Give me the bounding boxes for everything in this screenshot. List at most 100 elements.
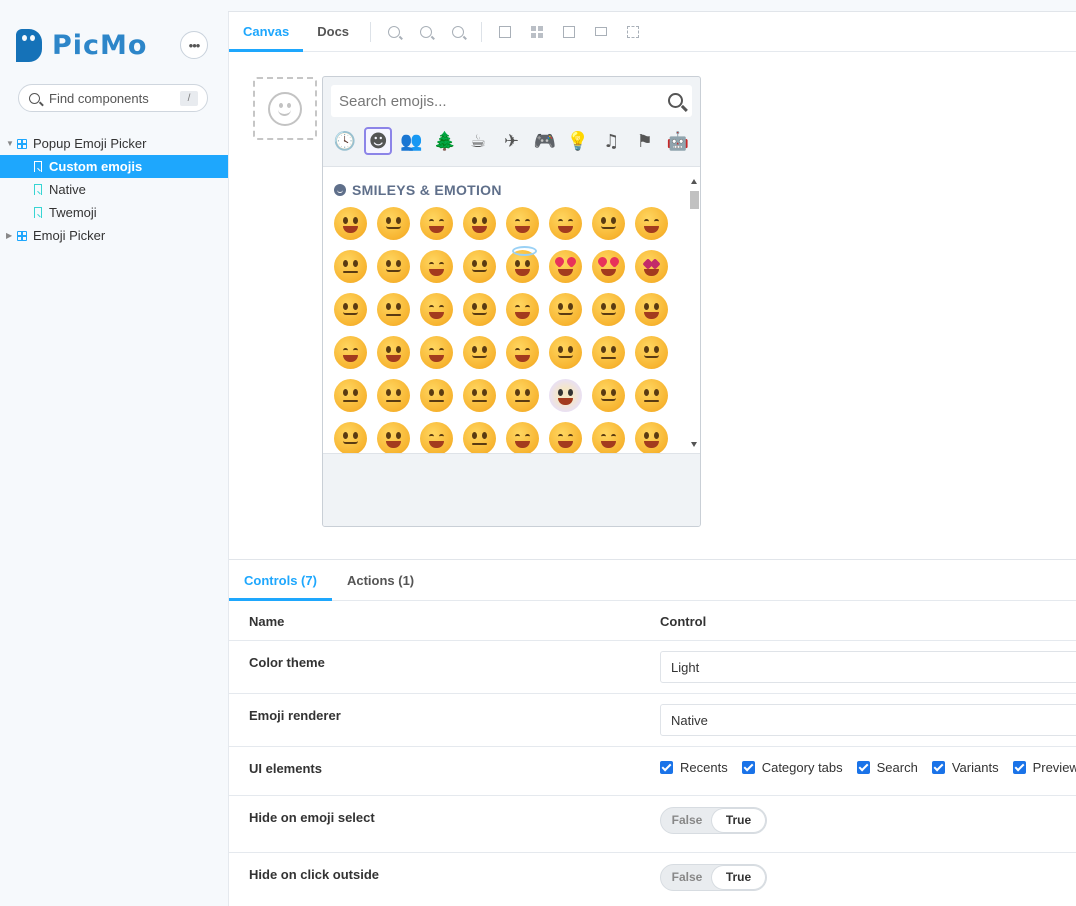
category-tab-recents[interactable]: 🕓 bbox=[331, 127, 359, 155]
emoji-button[interactable] bbox=[377, 379, 410, 412]
checkbox-checked-icon[interactable] bbox=[741, 761, 755, 774]
emoji-button[interactable] bbox=[463, 379, 496, 412]
grid-button[interactable] bbox=[521, 12, 553, 52]
emoji-button[interactable] bbox=[506, 379, 539, 412]
toggle-false[interactable]: False bbox=[662, 866, 712, 889]
tree-story-twemoji[interactable]: Twemoji bbox=[0, 201, 228, 224]
checkbox-category-tabs[interactable]: Category tabs bbox=[741, 760, 843, 775]
tree-component-popup-emoji-picker[interactable]: ▼ Popup Emoji Picker bbox=[0, 132, 228, 155]
measure-button[interactable] bbox=[585, 12, 617, 52]
tree-story-native[interactable]: Native bbox=[0, 178, 228, 201]
emoji-button[interactable] bbox=[592, 293, 625, 326]
emoji-button[interactable] bbox=[463, 293, 496, 326]
zoom-out-button[interactable] bbox=[410, 12, 442, 52]
category-tab-travel-places[interactable]: ✈ bbox=[497, 127, 525, 155]
scroll-down-icon[interactable] bbox=[691, 442, 697, 447]
emoji-button[interactable] bbox=[463, 422, 496, 453]
category-tab-objects[interactable]: 💡 bbox=[564, 127, 592, 155]
emoji-button[interactable] bbox=[420, 422, 453, 453]
scroll-up-icon[interactable] bbox=[691, 179, 697, 184]
emoji-button[interactable] bbox=[635, 422, 668, 453]
emoji-button[interactable] bbox=[334, 250, 367, 283]
emoji-button[interactable] bbox=[549, 422, 582, 453]
emoji-button[interactable] bbox=[635, 336, 668, 369]
emoji-button[interactable] bbox=[635, 379, 668, 412]
checkbox-recents[interactable]: Recents bbox=[660, 760, 728, 775]
checkbox-checked-icon[interactable] bbox=[856, 761, 870, 774]
picker-trigger-button[interactable] bbox=[253, 77, 317, 140]
emoji-button[interactable] bbox=[377, 250, 410, 283]
category-tab-custom[interactable]: 🤖 bbox=[664, 127, 692, 155]
emoji-button[interactable] bbox=[506, 246, 539, 283]
tree-component-emoji-picker[interactable]: ▶ Emoji Picker bbox=[0, 224, 228, 247]
category-tab-activities[interactable]: 🎮 bbox=[531, 127, 559, 155]
picmo-logo[interactable]: PicMo bbox=[16, 28, 147, 62]
emoji-renderer-select[interactable]: Native bbox=[660, 704, 1076, 736]
emoji-button[interactable] bbox=[334, 293, 367, 326]
emoji-button[interactable] bbox=[635, 293, 668, 326]
emoji-button[interactable] bbox=[463, 207, 496, 240]
emoji-button[interactable] bbox=[635, 250, 668, 283]
emoji-button[interactable] bbox=[377, 422, 410, 453]
emoji-button[interactable] bbox=[592, 379, 625, 412]
emoji-scrollbar[interactable] bbox=[689, 175, 700, 449]
find-components-search[interactable]: / bbox=[18, 84, 208, 112]
checkbox-checked-icon[interactable] bbox=[660, 761, 673, 774]
background-button[interactable] bbox=[489, 12, 521, 52]
emoji-button[interactable] bbox=[549, 293, 582, 326]
tab-docs[interactable]: Docs bbox=[303, 12, 363, 52]
emoji-button[interactable] bbox=[420, 250, 453, 283]
category-tab-people-body[interactable]: 👥 bbox=[398, 127, 426, 155]
emoji-button[interactable] bbox=[549, 379, 582, 412]
emoji-button[interactable] bbox=[334, 207, 367, 240]
toggle-true[interactable]: True bbox=[712, 866, 765, 889]
emoji-button[interactable] bbox=[592, 207, 625, 240]
toggle-false[interactable]: False bbox=[662, 809, 712, 832]
outline-button[interactable] bbox=[617, 12, 649, 52]
emoji-search[interactable] bbox=[331, 85, 692, 117]
tab-canvas[interactable]: Canvas bbox=[229, 12, 304, 52]
hide-on-click-toggle[interactable]: False True bbox=[660, 864, 767, 891]
search-input[interactable] bbox=[49, 90, 179, 106]
emoji-button[interactable] bbox=[549, 207, 582, 240]
hide-on-select-toggle[interactable]: False True bbox=[660, 807, 767, 834]
emoji-button[interactable] bbox=[463, 250, 496, 283]
emoji-button[interactable] bbox=[592, 422, 625, 453]
category-tab-flags[interactable]: ⚑ bbox=[631, 127, 659, 155]
emoji-button[interactable] bbox=[334, 379, 367, 412]
category-tab-animals-nature[interactable]: 🌲 bbox=[431, 127, 459, 155]
emoji-button[interactable] bbox=[420, 379, 453, 412]
emoji-list[interactable]: SMILEYS & EMOTION bbox=[323, 166, 700, 454]
emoji-button[interactable] bbox=[506, 207, 539, 240]
emoji-button[interactable] bbox=[334, 422, 367, 453]
emoji-button[interactable] bbox=[506, 336, 539, 369]
category-tab-food-drink[interactable]: ☕ bbox=[464, 127, 492, 155]
checkbox-search[interactable]: Search bbox=[856, 760, 918, 775]
checkbox-preview[interactable]: Preview bbox=[1012, 760, 1076, 775]
emoji-button[interactable] bbox=[549, 250, 582, 283]
toggle-true[interactable]: True bbox=[712, 809, 765, 832]
emoji-button[interactable] bbox=[420, 336, 453, 369]
emoji-search-input[interactable] bbox=[339, 92, 639, 110]
emoji-button[interactable] bbox=[506, 422, 539, 453]
emoji-button[interactable] bbox=[549, 336, 582, 369]
emoji-button[interactable] bbox=[420, 207, 453, 240]
tab-controls[interactable]: Controls (7) bbox=[229, 560, 332, 601]
emoji-button[interactable] bbox=[420, 293, 453, 326]
emoji-button[interactable] bbox=[377, 207, 410, 240]
more-options-button[interactable]: ••• bbox=[180, 31, 208, 59]
reset-zoom-button[interactable] bbox=[442, 12, 474, 52]
tab-actions[interactable]: Actions (1) bbox=[332, 560, 429, 601]
checkbox-checked-icon[interactable] bbox=[1012, 761, 1026, 774]
checkbox-checked-icon[interactable] bbox=[931, 761, 945, 774]
viewport-button[interactable] bbox=[553, 12, 585, 52]
emoji-button[interactable] bbox=[592, 336, 625, 369]
tree-story-custom-emojis[interactable]: Custom emojis bbox=[0, 155, 228, 178]
emoji-button[interactable] bbox=[463, 336, 496, 369]
emoji-button[interactable] bbox=[635, 207, 668, 240]
zoom-in-button[interactable] bbox=[378, 12, 410, 52]
emoji-button[interactable] bbox=[377, 293, 410, 326]
category-tab-symbols[interactable]: ♫ bbox=[597, 127, 625, 155]
checkbox-variants[interactable]: Variants bbox=[931, 760, 999, 775]
emoji-button[interactable] bbox=[506, 293, 539, 326]
